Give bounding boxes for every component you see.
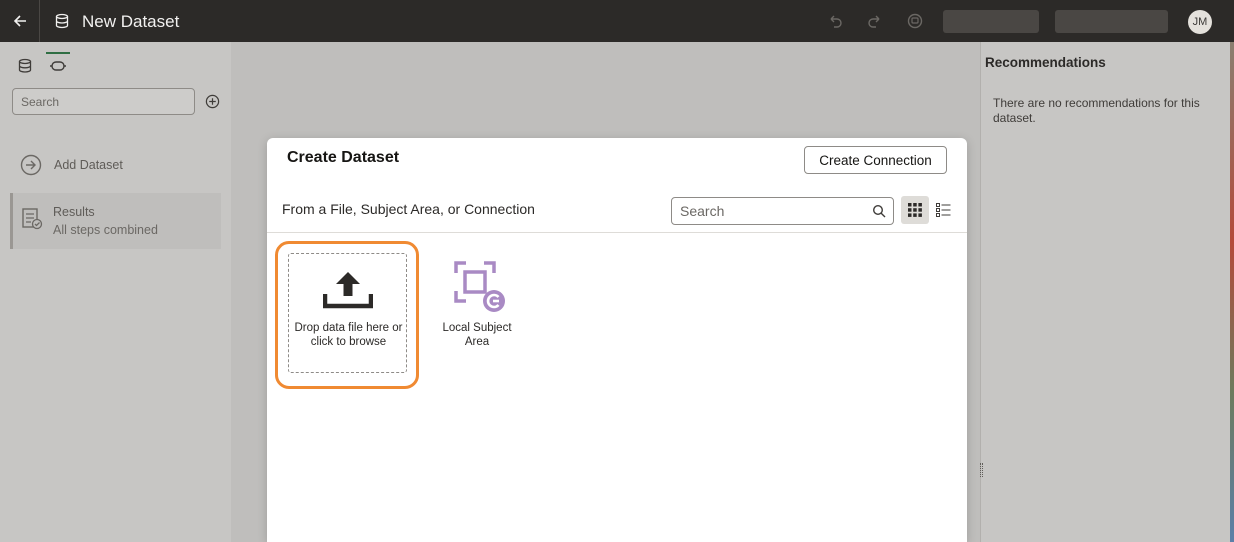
background-window-edge — [1230, 42, 1234, 542]
left-search-input[interactable] — [13, 89, 194, 114]
user-avatar[interactable]: JM — [1188, 10, 1212, 34]
recommendations-title: Recommendations — [985, 55, 1106, 70]
add-dataset-label: Add Dataset — [54, 158, 123, 172]
toolbar-button-2[interactable] — [1055, 10, 1168, 33]
left-panel-search[interactable] — [12, 88, 195, 115]
drop-file-label: Drop data file here or click to browse — [294, 322, 403, 348]
top-bar: New Dataset JM — [0, 0, 1234, 42]
list-icon — [935, 203, 950, 217]
dialog-search[interactable] — [671, 197, 894, 225]
arrow-left-icon — [13, 15, 26, 27]
arrow-right-circle-icon — [20, 154, 42, 176]
back-button[interactable] — [0, 0, 40, 42]
recommendations-message: There are no recommendations for this da… — [993, 96, 1200, 125]
results-icon — [22, 208, 43, 230]
panel-splitter-handle[interactable] — [980, 463, 983, 477]
dataset-icon — [55, 13, 69, 29]
grid-icon — [908, 203, 922, 217]
undo-icon[interactable] — [827, 13, 843, 29]
create-connection-button[interactable]: Create Connection — [804, 146, 947, 174]
search-icon[interactable] — [872, 204, 886, 218]
data-tab-icon[interactable] — [16, 58, 34, 74]
local-subject-area-label: Local Subject Area — [442, 322, 512, 348]
results-step[interactable]: Results All steps combined — [10, 193, 221, 249]
toolbar-button-1[interactable] — [943, 10, 1039, 33]
drop-file-tile[interactable]: Drop data file here or click to browse — [288, 253, 407, 373]
create-dataset-dialog: Create Dataset Create Connection From a … — [267, 138, 967, 542]
active-tab-indicator — [46, 52, 70, 54]
dialog-subtitle: From a File, Subject Area, or Connection — [282, 201, 535, 217]
assistant-icon[interactable] — [907, 13, 923, 29]
upload-icon — [323, 272, 373, 309]
recommendations-panel: Recommendations There are no recommendat… — [980, 42, 1234, 542]
redo-icon[interactable] — [867, 13, 883, 29]
results-subtitle: All steps combined — [53, 223, 158, 237]
dialog-divider — [267, 232, 967, 233]
dialog-search-input[interactable] — [672, 198, 867, 224]
join-diagram-tab-icon[interactable] — [49, 58, 67, 74]
grid-view-button[interactable] — [901, 196, 929, 224]
list-view-button[interactable] — [933, 196, 953, 224]
page-title: New Dataset — [82, 12, 180, 31]
results-title: Results — [53, 205, 95, 219]
local-subject-area-icon — [454, 261, 505, 312]
add-circle-icon[interactable] — [205, 94, 220, 109]
left-panel: Add Dataset Results All steps combined — [0, 42, 231, 542]
dialog-title: Create Dataset — [287, 149, 400, 166]
add-dataset-button[interactable]: Add Dataset — [20, 154, 123, 176]
